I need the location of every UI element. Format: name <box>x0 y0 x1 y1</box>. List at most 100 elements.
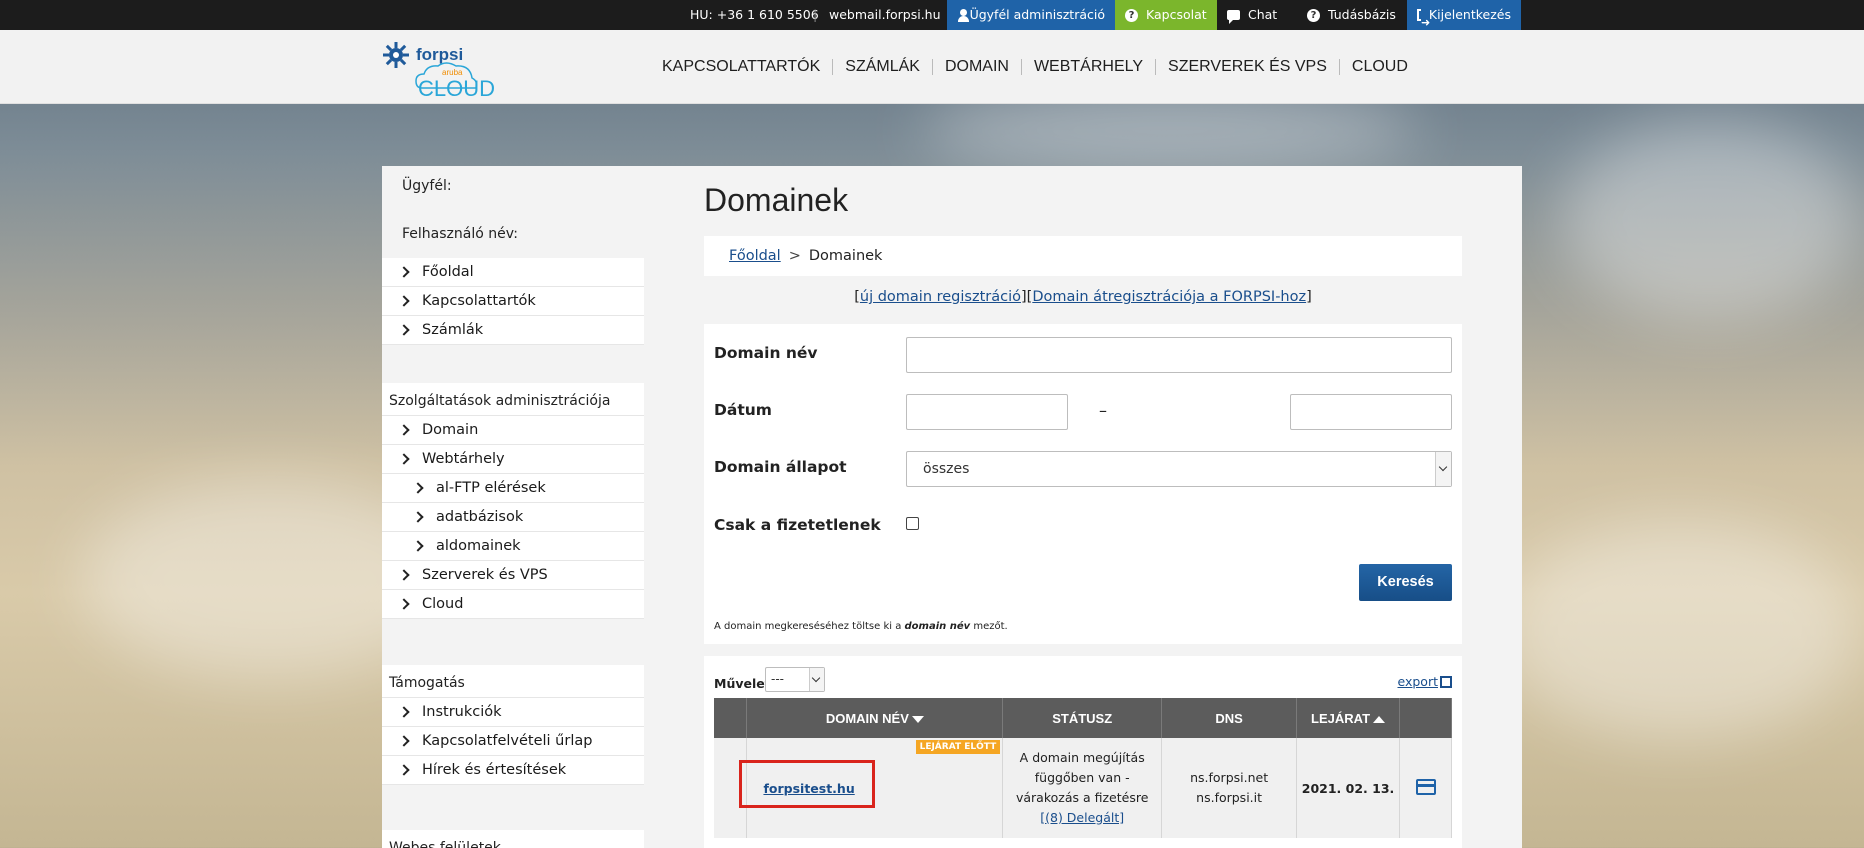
domain-results: Művelet --- export DOMAIN NÉV STÁTUSZ DN… <box>704 656 1462 848</box>
domain-state-select[interactable]: összes <box>906 451 1452 487</box>
export-link[interactable]: export <box>1397 674 1452 689</box>
username-label: Felhasználó név: <box>402 226 518 242</box>
nav-contacts[interactable]: KAPCSOLATTARTÓK <box>650 59 832 75</box>
chat-icon <box>1227 10 1240 24</box>
select-column-header <box>714 698 748 738</box>
unpaid-only-label: Csak a fizetetlenek <box>714 516 881 534</box>
customer-label: Ügyfél: <box>402 178 452 194</box>
breadcrumb-home-link[interactable]: Főoldal <box>729 248 781 264</box>
operation-label: Művelet <box>714 676 771 691</box>
delegated-status-link[interactable]: [(8) Delegált] <box>1040 810 1124 825</box>
sort-down-icon <box>911 715 924 723</box>
sidebar-item-subdomains[interactable]: aldomainek <box>382 532 644 561</box>
sidebar-item-contact-form[interactable]: Kapcsolatfelvételi űrlap <box>382 727 644 756</box>
sidebar-item-home[interactable]: Főoldal <box>382 258 644 287</box>
dns-server: ns.forpsi.net <box>1190 770 1269 785</box>
chat-label: Chat <box>1248 7 1278 22</box>
sidebar-item-invoices[interactable]: Számlák <box>382 316 644 345</box>
status-column-header: STÁTUSZ <box>1002 698 1163 738</box>
domain-transfer-link[interactable]: Domain átregisztrációja a FORPSI-hoz <box>1032 289 1306 305</box>
bracket: ] <box>1306 289 1312 305</box>
nav-invoices[interactable]: SZÁMLÁK <box>832 59 932 75</box>
customer-admin-label: Ügyfél adminisztráció <box>969 7 1105 22</box>
topbar-separator: | <box>813 7 818 22</box>
forpsi-cloud-logo[interactable]: forpsi aruba CLOUD <box>380 38 510 98</box>
contact-button[interactable]: ? Kapcsolat <box>1115 0 1217 30</box>
expiry-cell: 2021. 02. 13. <box>1296 738 1400 838</box>
logout-label: Kijelentkezés <box>1428 7 1511 22</box>
sidebar-item-instructions[interactable]: Instrukciók <box>382 698 644 727</box>
domain-table: DOMAIN NÉV STÁTUSZ DNS LEJÁRAT LEJÁRAT E… <box>714 698 1452 838</box>
export-icon <box>1440 675 1452 688</box>
chevron-down-icon <box>809 668 824 691</box>
date-from-input[interactable] <box>906 394 1068 430</box>
sidebar-item-webhosting[interactable]: Webtárhely <box>382 445 644 474</box>
credit-card-icon[interactable] <box>1415 778 1436 795</box>
sidebar-item-contacts[interactable]: Kapcsolattartók <box>382 287 644 316</box>
chat-button[interactable]: Chat <box>1217 0 1297 30</box>
hint-text: A domain megkereséséhez töltse ki a <box>714 621 905 632</box>
table-header-row: DOMAIN NÉV STÁTUSZ DNS LEJÁRAT <box>714 698 1452 738</box>
domain-name-cell: LEJÁRAT ELŐTT forpsitest.hu <box>739 738 1004 838</box>
domain-name-input[interactable] <box>906 337 1452 373</box>
action-cell <box>1399 738 1452 838</box>
operation-select[interactable]: --- <box>765 667 825 692</box>
breadcrumb-separator: > <box>788 248 801 264</box>
phone-number: HU: +36 1 610 5506 <box>690 7 819 22</box>
sidebar-item-news[interactable]: Hírek és értesítések <box>382 756 644 785</box>
main-navigation: KAPCSOLATTARTÓK SZÁMLÁK DOMAIN WEBTÁRHEL… <box>650 30 1420 104</box>
highlight-box <box>739 760 876 808</box>
search-button[interactable]: Keresés <box>1359 564 1452 601</box>
status-badge: LEJÁRAT ELŐTT <box>915 740 1001 754</box>
sidebar-services-title: Szolgáltatások adminisztrációja <box>382 383 644 416</box>
export-label: export <box>1397 674 1439 689</box>
logo-product: CLOUD <box>418 76 495 98</box>
new-domain-registration-link[interactable]: új domain regisztráció <box>860 289 1021 305</box>
question-icon: ? <box>1307 8 1320 22</box>
sidebar-item-databases[interactable]: adatbázisok <box>382 503 644 532</box>
chevron-down-icon <box>1435 452 1451 486</box>
nav-domain[interactable]: DOMAIN <box>931 59 1021 75</box>
domain-filter-form: Domain név Dátum – Domain állapot összes… <box>704 324 1462 644</box>
domain-name-column-header[interactable]: DOMAIN NÉV <box>746 698 1004 738</box>
expiry-column-header[interactable]: LEJÁRAT <box>1296 698 1400 738</box>
sidebar-item-cloud[interactable]: Cloud <box>382 590 644 619</box>
user-icon <box>957 8 968 22</box>
customer-admin-button[interactable]: Ügyfél adminisztráció <box>947 0 1115 30</box>
site-header: forpsi aruba CLOUD KAPCSOLATTARTÓK SZÁML… <box>0 30 1864 104</box>
nav-webhosting[interactable]: WEBTÁRHELY <box>1020 59 1155 75</box>
column-label: DOMAIN NÉV <box>825 710 909 726</box>
action-column-header <box>1399 698 1452 738</box>
date-to-input[interactable] <box>1290 394 1452 430</box>
contact-label: Kapcsolat <box>1146 7 1207 22</box>
dns-cell: ns.forpsi.net ns.forpsi.it <box>1161 738 1298 838</box>
dns-server: ns.forpsi.it <box>1196 790 1263 805</box>
logout-button[interactable]: Kijelentkezés <box>1407 0 1521 38</box>
webmail-link[interactable]: webmail.forpsi.hu <box>829 0 941 30</box>
sidebar-support-title: Támogatás <box>382 665 644 698</box>
status-cell: A domain megújítás függőben van - várako… <box>1002 738 1163 838</box>
sidebar-item-domain[interactable]: Domain <box>382 416 644 445</box>
knowledge-base-button[interactable]: ? Tudásbázis <box>1297 0 1407 30</box>
sidebar-item-servers-vps[interactable]: Szerverek és VPS <box>382 561 644 590</box>
date-label: Dátum <box>714 401 772 419</box>
domain-state-label: Domain állapot <box>714 458 847 476</box>
status-text: függőben van - <box>1034 770 1130 785</box>
nav-cloud[interactable]: CLOUD <box>1338 59 1420 75</box>
unpaid-only-checkbox[interactable] <box>906 517 919 530</box>
top-bar: HU: +36 1 610 5506 | webmail.forpsi.hu Ü… <box>0 0 1864 38</box>
hint-text: mezőt. <box>970 621 1008 632</box>
bracket: ][ <box>1020 289 1033 305</box>
sidebar-web-interfaces-title: Webes felületek <box>382 830 644 848</box>
table-row: LEJÁRAT ELŐTT forpsitest.hu A domain meg… <box>714 738 1452 838</box>
search-hint: A domain megkereséséhez töltse ki a doma… <box>714 621 1008 632</box>
date-range-dash: – <box>1099 401 1107 420</box>
breadcrumb: Főoldal > Domainek <box>704 236 1462 276</box>
logo-brand: forpsi <box>416 45 463 64</box>
sort-up-icon <box>1373 715 1386 723</box>
operation-value: --- <box>771 672 784 686</box>
domain-state-value: összes <box>923 461 970 477</box>
status-text: A domain megújítás <box>1019 750 1145 765</box>
nav-servers-vps[interactable]: SZERVEREK ÉS VPS <box>1155 59 1339 75</box>
sidebar-item-sub-ftp[interactable]: al-FTP elérések <box>382 474 644 503</box>
